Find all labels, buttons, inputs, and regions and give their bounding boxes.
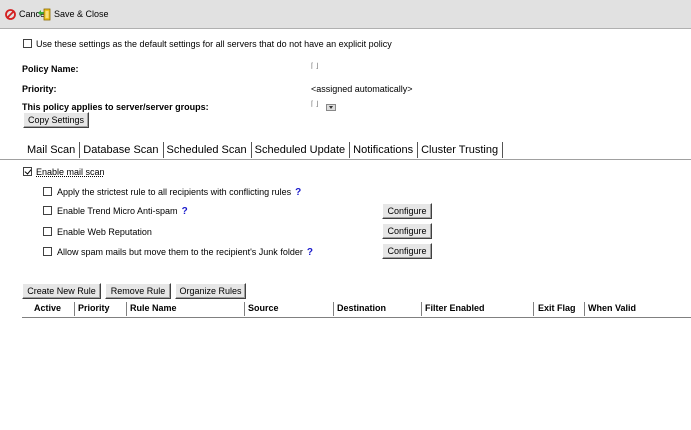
- tab-scheduled-update[interactable]: Scheduled Update: [252, 142, 351, 158]
- configure-anti-spam-button[interactable]: Configure: [382, 203, 432, 219]
- organize-rules-button[interactable]: Organize Rules: [175, 283, 246, 299]
- enable-mail-scan-label: Enable mail scan: [36, 167, 105, 177]
- save-close-icon: [38, 8, 51, 20]
- column-header-destination[interactable]: Destination: [337, 303, 386, 313]
- save-close-label: Save & Close: [54, 9, 109, 19]
- copy-settings-label: Copy Settings: [27, 115, 85, 125]
- allow-spam-option: Allow spam mails but move them to the re…: [57, 247, 313, 258]
- help-icon[interactable]: ?: [307, 247, 313, 258]
- server-group-dropdown[interactable]: [326, 104, 336, 111]
- strictest-rule-option: Apply the strictest rule to all recipien…: [57, 187, 301, 198]
- create-new-rule-label: Create New Rule: [27, 286, 96, 296]
- tab-mail-scan[interactable]: Mail Scan: [24, 142, 81, 158]
- web-reputation-label: Enable Web Reputation: [57, 227, 152, 237]
- default-policy-checkbox[interactable]: [23, 39, 32, 48]
- policy-name-edit-icon[interactable]: ⌈ ⌋: [311, 62, 318, 70]
- priority-value: <assigned automatically>: [311, 84, 413, 94]
- applies-to-label: This policy applies to server/server gro…: [22, 102, 209, 112]
- tab-scheduled-scan[interactable]: Scheduled Scan: [164, 142, 252, 158]
- tab-cluster-trusting[interactable]: Cluster Trusting: [418, 142, 504, 158]
- column-separator[interactable]: [584, 302, 585, 316]
- anti-spam-option: Enable Trend Micro Anti-spam?: [57, 206, 188, 217]
- column-separator[interactable]: [244, 302, 245, 316]
- rules-table-header: Active Priority Rule Name Source Destina…: [22, 301, 691, 318]
- allow-spam-label: Allow spam mails but move them to the re…: [57, 247, 303, 257]
- column-separator[interactable]: [533, 302, 534, 316]
- column-separator[interactable]: [74, 302, 75, 316]
- configure-junk-folder-button[interactable]: Configure: [382, 243, 432, 259]
- tab-database-scan[interactable]: Database Scan: [80, 142, 164, 158]
- help-icon[interactable]: ?: [295, 187, 301, 198]
- help-icon[interactable]: ?: [182, 206, 188, 217]
- remove-rule-button[interactable]: Remove Rule: [105, 283, 171, 299]
- column-header-when-valid[interactable]: When Valid: [588, 303, 636, 313]
- allow-spam-checkbox[interactable]: [43, 247, 52, 256]
- policy-name-label: Policy Name:: [22, 64, 79, 74]
- column-header-priority[interactable]: Priority: [78, 303, 110, 313]
- configure-label: Configure: [387, 206, 427, 216]
- column-header-filter-enabled[interactable]: Filter Enabled: [425, 303, 485, 313]
- column-header-rule-name[interactable]: Rule Name: [130, 303, 177, 313]
- save-close-button[interactable]: Save & Close: [37, 7, 109, 21]
- cancel-icon: [5, 8, 16, 20]
- strictest-rule-label: Apply the strictest rule to all recipien…: [57, 187, 292, 197]
- column-separator[interactable]: [126, 302, 127, 316]
- configure-label: Configure: [387, 226, 427, 236]
- tab-bar: Mail Scan Database Scan Scheduled Scan S…: [24, 142, 504, 158]
- priority-label: Priority:: [22, 84, 57, 94]
- anti-spam-checkbox[interactable]: [43, 206, 52, 215]
- strictest-rule-checkbox[interactable]: [43, 187, 52, 196]
- column-header-exit-flag[interactable]: Exit Flag: [538, 303, 576, 313]
- enable-mail-scan-checkbox[interactable]: [23, 167, 32, 176]
- copy-settings-button[interactable]: Copy Settings: [23, 112, 89, 128]
- rules-table-body[interactable]: [22, 318, 691, 430]
- configure-label: Configure: [387, 246, 427, 256]
- column-separator[interactable]: [421, 302, 422, 316]
- organize-rules-label: Organize Rules: [179, 286, 242, 296]
- column-header-source[interactable]: Source: [248, 303, 279, 313]
- toolbar: Cancel Save & Close: [0, 0, 691, 29]
- column-separator[interactable]: [333, 302, 334, 316]
- configure-web-reputation-button[interactable]: Configure: [382, 223, 432, 239]
- default-policy-label: Use these settings as the default settin…: [36, 39, 392, 49]
- tab-divider: [0, 159, 691, 160]
- remove-rule-label: Remove Rule: [110, 286, 166, 296]
- column-header-active[interactable]: Active: [34, 303, 61, 313]
- web-reputation-checkbox[interactable]: [43, 227, 52, 236]
- server-group-edit-icon[interactable]: ⌈ ⌋: [311, 100, 318, 108]
- tab-notifications[interactable]: Notifications: [350, 142, 419, 158]
- anti-spam-label: Enable Trend Micro Anti-spam: [57, 206, 178, 216]
- create-new-rule-button[interactable]: Create New Rule: [22, 283, 101, 299]
